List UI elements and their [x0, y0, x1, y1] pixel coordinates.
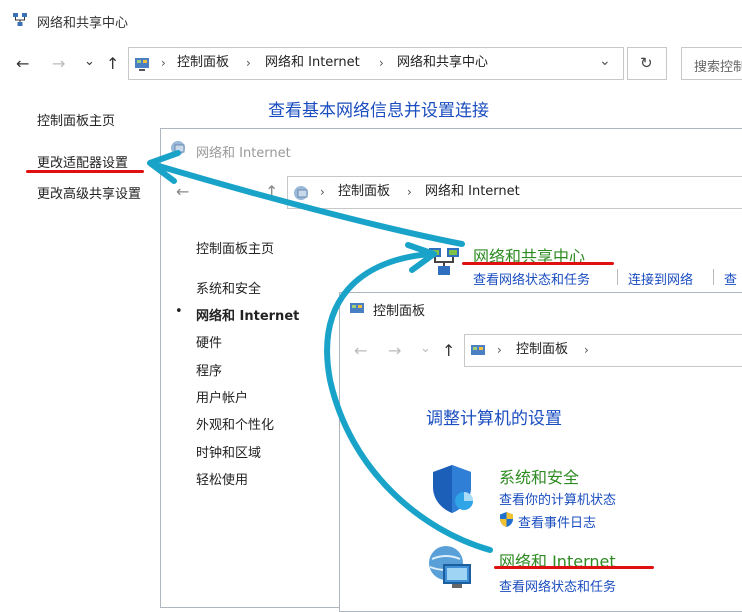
arrow-to-sharing-center: [324, 251, 493, 553]
arrow-to-adapter-settings: [149, 161, 465, 247]
annotation-arrows: [147, 150, 493, 553]
